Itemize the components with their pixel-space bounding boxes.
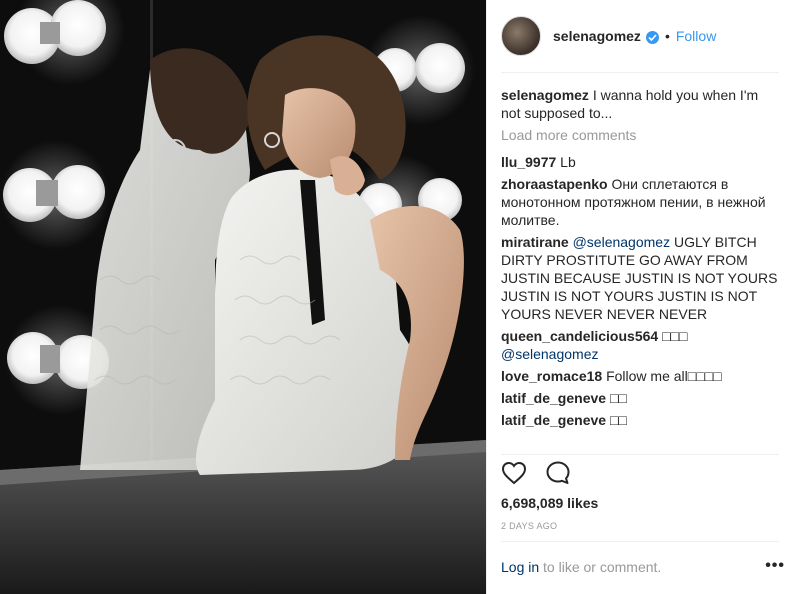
likes-count[interactable]: 6,698,089 likes — [501, 495, 598, 511]
comment-username[interactable]: latif_de_geneve — [501, 412, 606, 428]
comment-username[interactable]: latif_de_geneve — [501, 390, 606, 406]
comment: latif_de_geneve □□ — [501, 411, 781, 429]
post-side-panel: selenagomez • Follow selenagomez I wanna… — [486, 0, 793, 594]
header-separator-dot: • — [664, 28, 670, 44]
post-actions — [501, 460, 571, 491]
comments-list: selenagomez I wanna hold you when I'm no… — [501, 86, 781, 433]
comment-username[interactable]: miratirane — [501, 234, 569, 250]
follow-button[interactable]: Follow — [676, 28, 716, 44]
caption: selenagomez I wanna hold you when I'm no… — [501, 86, 781, 122]
login-link[interactable]: Log in — [501, 559, 539, 575]
comment-text: □□□ — [662, 328, 688, 344]
comment-username[interactable]: love_romace18 — [501, 368, 602, 384]
comment-text: □□ — [609, 390, 627, 406]
comment-text: □□ — [609, 412, 627, 428]
heart-icon[interactable] — [501, 461, 527, 490]
comment-icon[interactable] — [545, 460, 571, 491]
photo-illustration — [0, 0, 486, 594]
comment: latif_de_geneve □□ — [501, 389, 781, 407]
comment-username[interactable]: queen_candelicious564 — [501, 328, 658, 344]
comment-footer: Log in to like or comment. — [501, 559, 661, 575]
comment-mention[interactable]: @selenagomez — [501, 346, 599, 362]
comment-username[interactable]: llu_9977 — [501, 154, 556, 170]
comment-mention[interactable]: @selenagomez — [573, 234, 671, 250]
comment: llu_9977 Lb — [501, 153, 781, 171]
avatar[interactable] — [501, 16, 541, 56]
post-header: selenagomez • Follow — [501, 16, 716, 56]
header-divider — [501, 72, 779, 73]
comment-text: Follow me all□□□□ — [606, 368, 722, 384]
comment-text: Lb — [560, 154, 576, 170]
footer-divider — [501, 541, 779, 542]
instagram-post: selenagomez • Follow selenagomez I wanna… — [0, 0, 793, 594]
header-username[interactable]: selenagomez — [553, 28, 641, 44]
more-options-icon[interactable]: ••• — [765, 557, 785, 575]
verified-badge-icon — [645, 30, 659, 44]
footer-text: to like or comment. — [543, 559, 662, 575]
comment: love_romace18 Follow me all□□□□ — [501, 367, 781, 385]
post-photo[interactable] — [0, 0, 486, 594]
comment-username[interactable]: zhoraastapenko — [501, 176, 608, 192]
load-more-comments-button[interactable]: Load more comments — [501, 126, 781, 144]
comment: zhoraastapenko Они сплетаются в монотонн… — [501, 175, 781, 229]
comments-divider — [501, 454, 779, 455]
comment: queen_candelicious564 □□□ @selenagomez — [501, 327, 781, 363]
comment: miratirane @selenagomez UGLY BITCH DIRTY… — [501, 233, 781, 323]
caption-username[interactable]: selenagomez — [501, 87, 589, 103]
post-timestamp[interactable]: 2 DAYS AGO — [501, 521, 557, 531]
